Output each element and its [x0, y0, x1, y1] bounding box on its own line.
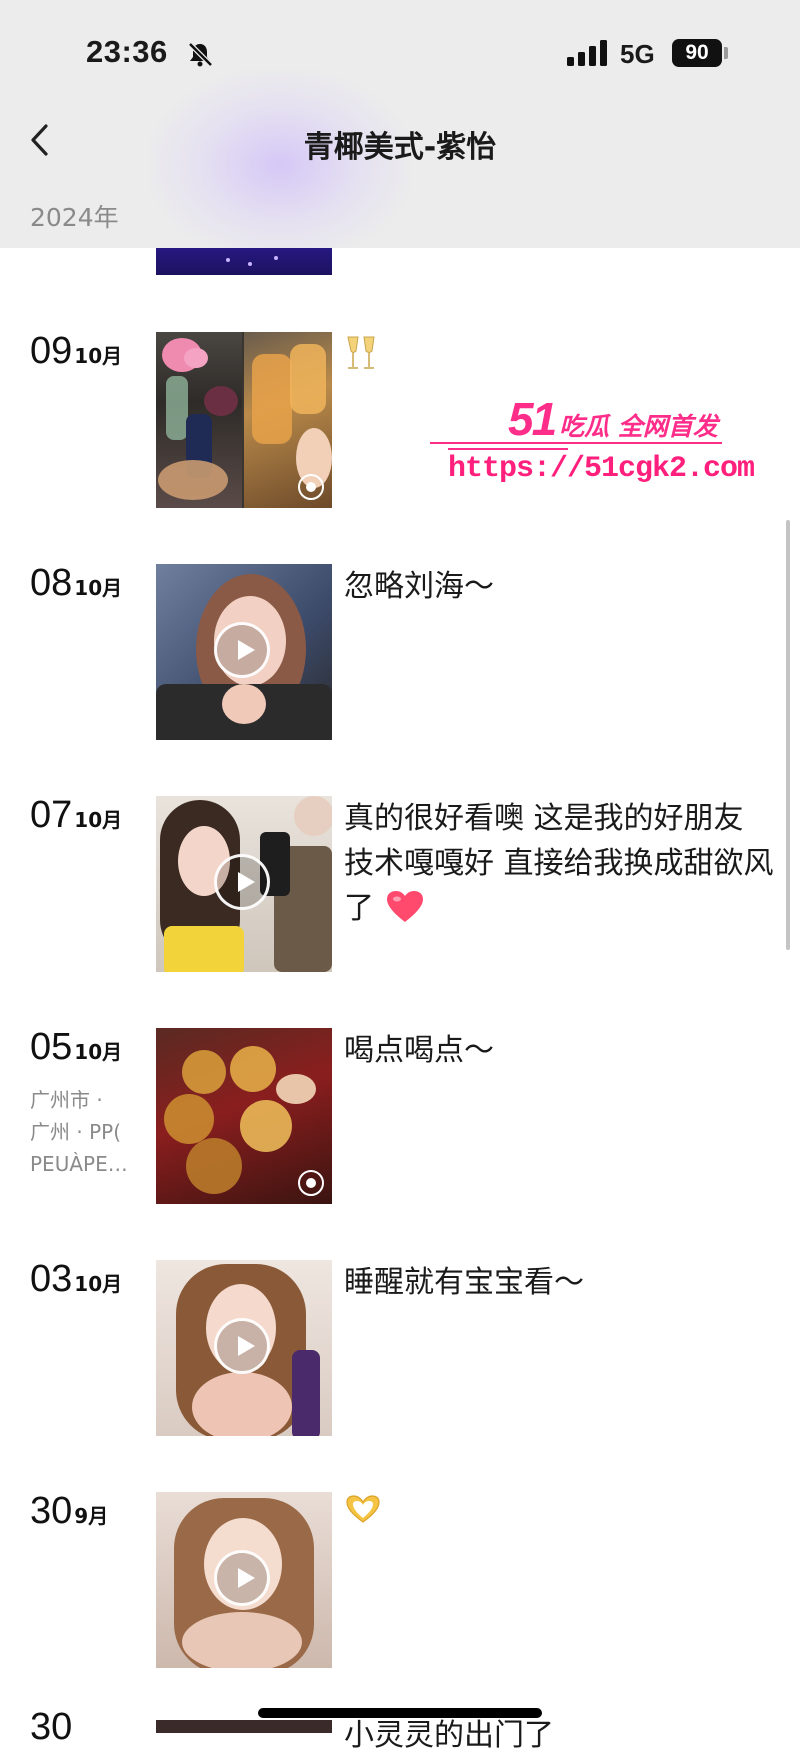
post-date: 09 10月 [30, 330, 122, 373]
live-photo-icon [298, 474, 324, 500]
post-caption[interactable]: 喝点喝点～ [344, 1028, 774, 1073]
champagne-glasses-icon [347, 336, 375, 369]
post-thumbnail[interactable] [156, 332, 332, 508]
location-line: 广州市 · [30, 1088, 103, 1112]
play-button-icon[interactable] [214, 854, 270, 910]
battery-tip [724, 47, 728, 59]
post-location[interactable]: 广州市 · 广州 · PP( PEUÀPE… [30, 1084, 140, 1180]
location-line: PEUÀPE… [30, 1152, 128, 1176]
play-button-icon[interactable] [214, 622, 270, 678]
post-thumbnail[interactable] [156, 564, 332, 740]
play-button-icon[interactable] [214, 1550, 270, 1606]
top-bar: 23:36 5G 90 青椰美式-紫怡 2024年 [0, 0, 800, 248]
home-indicator[interactable] [258, 1708, 542, 1718]
watermark-underline [448, 448, 568, 450]
play-button-icon[interactable] [214, 1318, 270, 1374]
post-thumbnail[interactable] [156, 1492, 332, 1668]
post-date: 30 9月 [30, 1490, 108, 1533]
watermark: 51 吃瓜 全网首发 https://51cgk2.com [430, 392, 755, 492]
red-heart-icon [386, 891, 423, 922]
post-day: 30 [30, 1490, 73, 1532]
live-photo-icon [298, 1170, 324, 1196]
post-thumbnail[interactable] [156, 796, 332, 972]
post-thumbnail[interactable] [156, 1260, 332, 1436]
post-item[interactable]: 30 9月 [0, 1490, 800, 1668]
heart-hands-icon [346, 1495, 380, 1523]
post-item[interactable]: 03 10月 睡醒就有宝宝看～ [0, 1258, 800, 1436]
watermark-url: https://51cgk2.com [448, 452, 755, 486]
watermark-underline [430, 442, 722, 444]
post-month: 10月 [74, 576, 123, 600]
post-date: 03 10月 [30, 1258, 122, 1301]
post-day: 08 [30, 562, 73, 604]
network-label: 5G [620, 39, 655, 69]
post-day: 30 [30, 1706, 73, 1748]
post-thumbnail[interactable] [156, 1720, 332, 1733]
post-day: 07 [30, 794, 73, 836]
post-item[interactable]: 08 10月 忽略刘海～ [0, 562, 800, 740]
post-date: 05 10月 [30, 1026, 122, 1069]
battery-icon: 90 [672, 39, 722, 67]
post-month: 10月 [74, 808, 123, 832]
post-day: 03 [30, 1258, 73, 1300]
scrollbar[interactable] [786, 520, 790, 950]
post-month: 10月 [74, 1040, 123, 1064]
post-caption[interactable]: 睡醒就有宝宝看～ [344, 1260, 774, 1305]
post-item[interactable]: 07 10月 真的很好看噢 这是我的好朋友 技术嘎嘎好 直接给我换成甜欲风了 [0, 794, 800, 972]
post-month: 9月 [74, 1504, 109, 1528]
status-time: 23:36 [86, 34, 168, 69]
post-caption[interactable]: 忽略刘海～ [344, 564, 774, 609]
year-label: 2024年 [30, 203, 119, 232]
page-title: 青椰美式-紫怡 [303, 130, 497, 165]
post-item[interactable]: 05 10月 广州市 · 广州 · PP( PEUÀPE… 喝点喝点～ [0, 1026, 800, 1204]
bell-slash-icon [188, 42, 213, 67]
post-date: 07 10月 [30, 794, 122, 837]
post-day: 05 [30, 1026, 73, 1068]
post-caption[interactable]: 真的很好看噢 这是我的好朋友 技术嘎嘎好 直接给我换成甜欲风了 [344, 796, 774, 931]
post-month: 10月 [74, 1272, 123, 1296]
battery-level: 90 [685, 41, 709, 64]
watermark-tag: 吃瓜 全网首发 [559, 412, 718, 441]
signal-icon [567, 40, 607, 66]
post-thumbnail[interactable] [156, 1028, 332, 1204]
post-day: 09 [30, 330, 73, 372]
watermark-number: 51 [508, 393, 557, 445]
post-date: 08 10月 [30, 562, 122, 605]
watermark-brand: 51 吃瓜 全网首发 [508, 392, 718, 446]
location-line: 广州 · PP( [30, 1120, 121, 1144]
post-month: 10月 [74, 344, 123, 368]
